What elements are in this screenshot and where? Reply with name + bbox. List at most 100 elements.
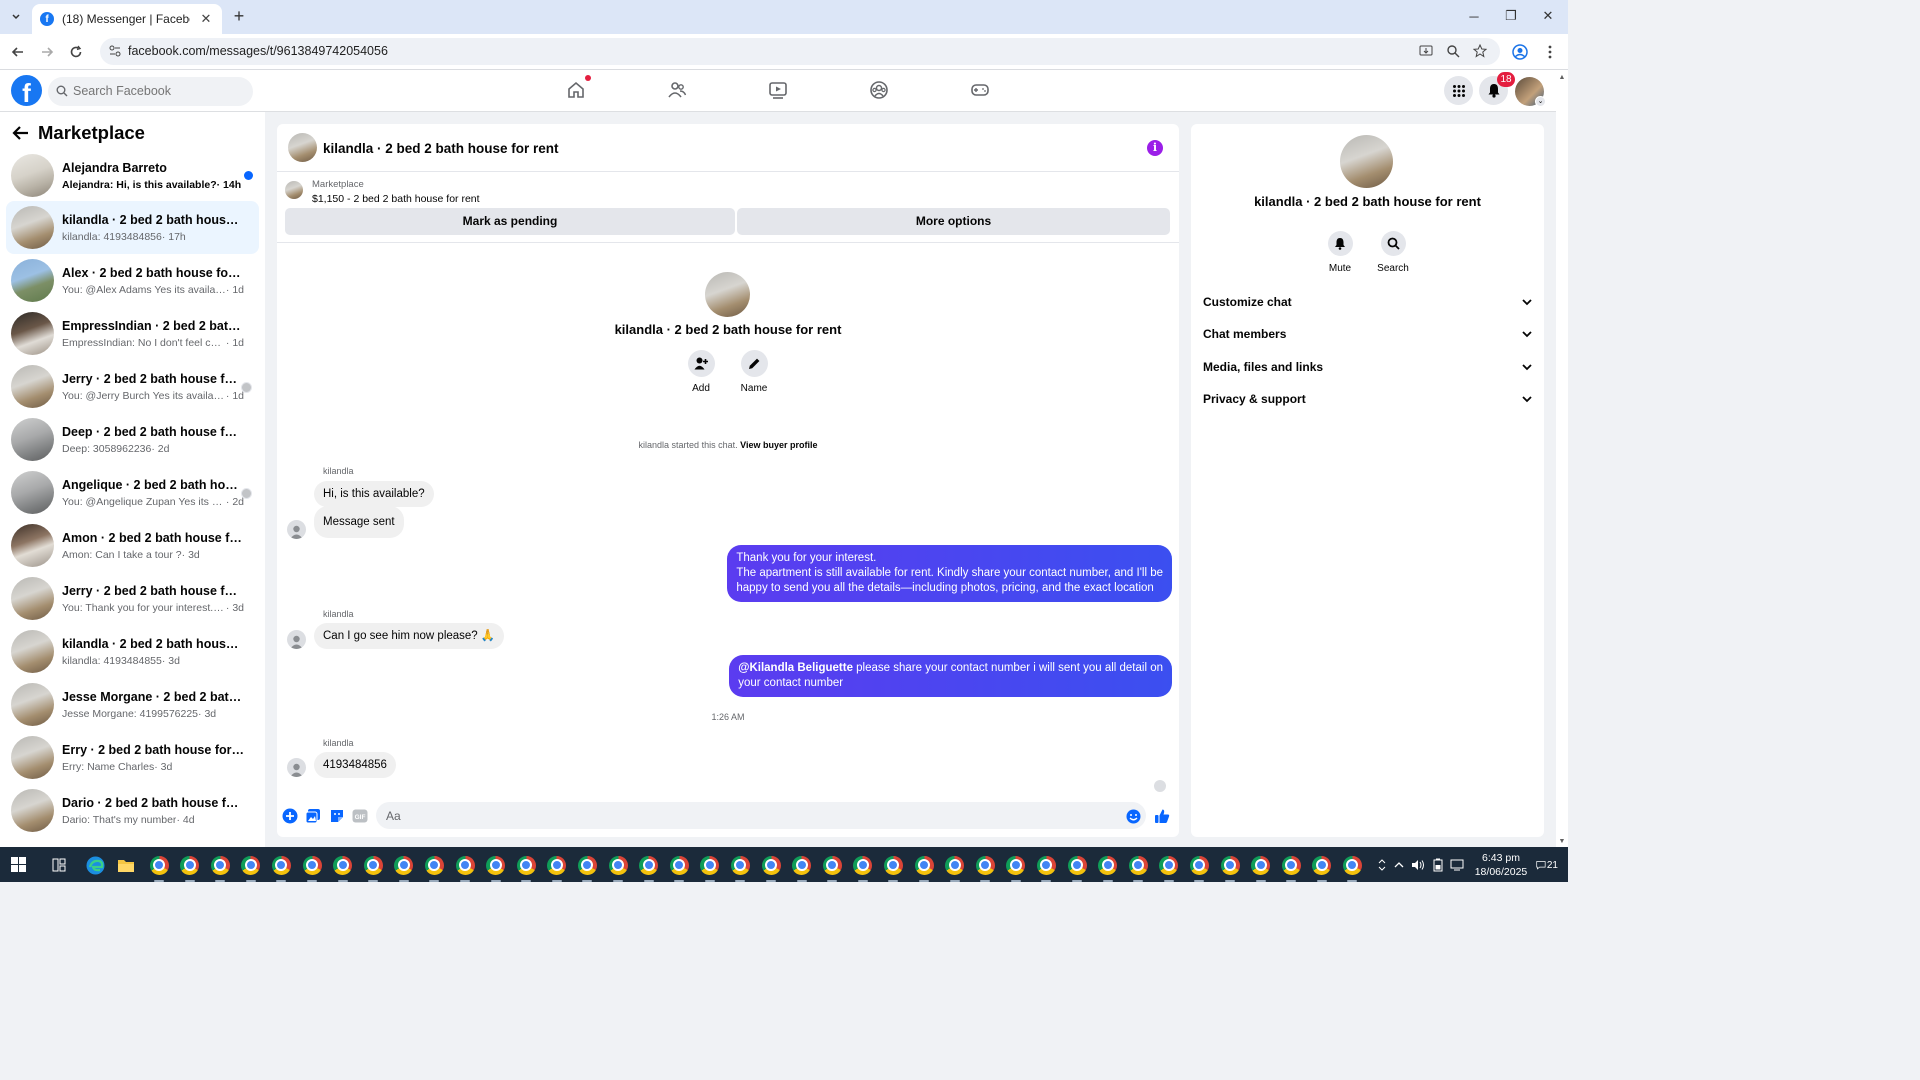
gif-icon[interactable]: GIF	[352, 808, 368, 824]
facebook-search[interactable]	[48, 77, 253, 106]
zoom-icon[interactable]	[1445, 43, 1461, 59]
chrome-taskbar-icon[interactable]	[455, 855, 475, 882]
battery-icon[interactable]	[1430, 857, 1446, 873]
gaming-nav-icon[interactable]	[968, 78, 992, 102]
listing-title[interactable]: $1,150 - 2 bed 2 bath house for rent	[312, 193, 480, 205]
browser-tab[interactable]: f (18) Messenger | Facebook ✕	[32, 4, 222, 34]
chrome-taskbar-icon[interactable]	[1342, 855, 1362, 882]
conversation-item[interactable]: Dario · 2 bed 2 bath house for rent Dario…	[6, 784, 259, 837]
task-view-icon[interactable]	[49, 855, 69, 875]
bookmark-star-icon[interactable]	[1472, 43, 1488, 59]
message-bubble[interactable]: Can I go see him now please? 🙏	[314, 623, 505, 649]
conversation-item[interactable]: Angelique · 2 bed 2 bath house ... You: @…	[6, 466, 259, 519]
chrome-taskbar-icon[interactable]	[1098, 855, 1118, 882]
chrome-taskbar-icon[interactable]	[761, 855, 781, 882]
chrome-taskbar-icon[interactable]	[424, 855, 444, 882]
chrome-taskbar-icon[interactable]	[1067, 855, 1087, 882]
scroll-down-icon[interactable]: ▼	[1558, 838, 1566, 846]
account-chevron-icon[interactable]: ⌄	[1535, 96, 1546, 107]
tab-close-icon[interactable]: ✕	[198, 11, 214, 27]
chrome-taskbar-icon[interactable]	[241, 855, 261, 882]
more-options-button[interactable]: More options	[737, 208, 1170, 235]
photo-icon[interactable]	[305, 808, 321, 824]
chrome-taskbar-icon[interactable]	[333, 855, 353, 882]
thumbs-up-icon[interactable]	[1154, 808, 1170, 824]
sender-avatar[interactable]	[287, 630, 306, 649]
chat-avatar[interactable]	[288, 133, 317, 162]
chrome-taskbar-icon[interactable]	[639, 855, 659, 882]
info-section-toggle[interactable]: Chat members	[1203, 323, 1532, 345]
site-settings-icon[interactable]	[108, 44, 122, 58]
conversation-item[interactable]: Deep · 2 bed 2 bath house for rent Deep: …	[6, 413, 259, 466]
mute-button[interactable]: Mute	[1315, 231, 1365, 274]
chrome-taskbar-icon[interactable]	[822, 855, 842, 882]
conversation-item[interactable]: kilandla · 2 bed 2 bath house for r... ki…	[6, 201, 259, 254]
outgoing-message-bubble[interactable]: Thank you for your interest. The apartme…	[727, 545, 1172, 602]
chrome-taskbar-icon[interactable]	[853, 855, 873, 882]
conversation-item[interactable]: Amon · 2 bed 2 bath house for rent Amon: …	[6, 519, 259, 572]
chrome-taskbar-icon[interactable]	[914, 855, 934, 882]
install-app-icon[interactable]	[1418, 43, 1434, 59]
chrome-taskbar-icon[interactable]	[1312, 855, 1332, 882]
reload-icon[interactable]	[67, 43, 85, 61]
search-input[interactable]	[73, 84, 243, 98]
profile-icon[interactable]	[1511, 43, 1529, 61]
notification-center-icon[interactable]: 21	[1536, 856, 1558, 874]
emoji-icon[interactable]	[1125, 808, 1141, 824]
chrome-taskbar-icon[interactable]	[1036, 855, 1056, 882]
sender-avatar[interactable]	[287, 758, 306, 777]
menu-grid-icon[interactable]	[1444, 76, 1473, 105]
message-bubble[interactable]: Hi, is this available?	[314, 481, 434, 507]
minimize-icon[interactable]: ─	[1466, 8, 1482, 24]
chrome-taskbar-icon[interactable]	[1281, 855, 1301, 882]
tray-scroll-icon[interactable]	[1377, 857, 1387, 873]
chrome-taskbar-icon[interactable]	[1251, 855, 1271, 882]
chrome-taskbar-icon[interactable]	[883, 855, 903, 882]
address-bar[interactable]: facebook.com/messages/t/9613849742054056	[100, 38, 1500, 65]
groups-nav-icon[interactable]	[867, 78, 891, 102]
facebook-logo-icon[interactable]: f	[11, 75, 42, 106]
chrome-taskbar-icon[interactable]	[1006, 855, 1026, 882]
friends-nav-icon[interactable]	[665, 78, 689, 102]
chrome-taskbar-icon[interactable]	[394, 855, 414, 882]
sticker-icon[interactable]	[329, 808, 345, 824]
chrome-taskbar-icon[interactable]	[180, 855, 200, 882]
chrome-taskbar-icon[interactable]	[792, 855, 812, 882]
conversation-item[interactable]: Jerry · 2 bed 2 bath house for rent You: …	[6, 360, 259, 413]
conversation-info-icon[interactable]: i	[1147, 140, 1163, 156]
file-explorer-icon[interactable]	[116, 855, 136, 875]
conversation-item[interactable]: Erry · 2 bed 2 bath house for rent Erry: …	[6, 731, 259, 784]
chrome-taskbar-icon[interactable]	[1189, 855, 1209, 882]
system-clock[interactable]: 6:43 pm 18/06/2025	[1466, 851, 1536, 879]
conversation-item[interactable]: EmpressIndian · 2 bed 2 bath hous... Empr…	[6, 307, 259, 360]
mention[interactable]: @Kilandla Beliguette	[738, 662, 853, 674]
chrome-taskbar-icon[interactable]	[302, 855, 322, 882]
chrome-taskbar-icon[interactable]	[210, 855, 230, 882]
info-avatar[interactable]	[1340, 135, 1393, 188]
forward-icon[interactable]	[38, 43, 56, 61]
add-people-button[interactable]: Add	[681, 350, 721, 394]
show-hidden-icons-chevron-icon[interactable]	[1392, 857, 1406, 873]
tab-list-chevron-icon[interactable]	[6, 7, 26, 27]
network-icon[interactable]	[1449, 857, 1465, 873]
sender-avatar[interactable]	[287, 520, 306, 539]
video-nav-icon[interactable]	[766, 78, 790, 102]
chrome-taskbar-icon[interactable]	[700, 855, 720, 882]
windows-start-icon[interactable]	[11, 857, 26, 872]
plus-actions-icon[interactable]	[282, 808, 298, 824]
outgoing-message-bubble[interactable]: @Kilandla Beliguette please share your c…	[729, 655, 1172, 697]
conversation-item[interactable]: Jerry · 2 bed 2 bath house for rent You: …	[6, 572, 259, 625]
chrome-taskbar-icon[interactable]	[975, 855, 995, 882]
browser-menu-icon[interactable]	[1541, 43, 1559, 61]
chrome-taskbar-icon[interactable]	[1220, 855, 1240, 882]
chrome-taskbar-icon[interactable]	[547, 855, 567, 882]
close-window-icon[interactable]: ✕	[1540, 8, 1556, 24]
back-arrow-icon[interactable]	[12, 125, 30, 141]
conversation-item[interactable]: kilandla · 2 bed 2 bath house for r... ki…	[6, 625, 259, 678]
scroll-up-icon[interactable]: ▲	[1558, 74, 1566, 82]
conversation-item[interactable]: Alejandra Barreto Alejandra: Hi, is this …	[6, 149, 259, 202]
chrome-taskbar-icon[interactable]	[577, 855, 597, 882]
view-buyer-profile-link[interactable]: View buyer profile	[740, 440, 817, 450]
conversation-item[interactable]: Jesse Morgane · 2 bed 2 bath hous... Jess…	[6, 678, 259, 731]
chrome-taskbar-icon[interactable]	[669, 855, 689, 882]
